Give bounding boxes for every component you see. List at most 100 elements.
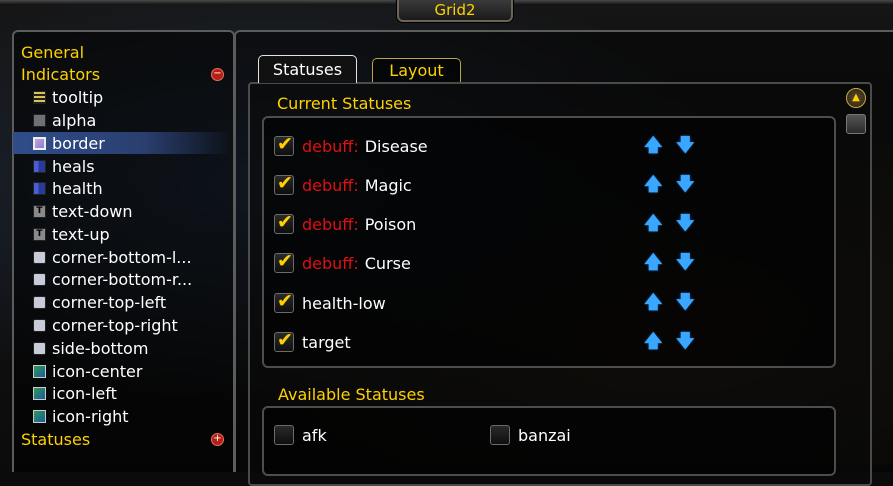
status-row-curse: ✔ debuff: Curse [274, 250, 411, 276]
move-down-icon[interactable]: 🡇 [676, 176, 695, 194]
tree-category-general[interactable]: General [13, 41, 232, 63]
border-icon [33, 136, 46, 150]
available-item-banzai: banzai [490, 422, 571, 448]
tree-item-label: icon-left [52, 383, 117, 403]
tree-item-corner-bottom-right[interactable]: corner-bottom-r... [13, 268, 232, 290]
move-up-icon[interactable]: 🡅 [644, 137, 663, 155]
tree-item-label: side-bottom [52, 338, 149, 358]
square-icon [33, 250, 46, 264]
tree-item-border[interactable]: border [13, 132, 232, 154]
tree-item-label: corner-bottom-r... [52, 269, 193, 289]
tree-item-label: text-up [52, 224, 110, 244]
text-icon: T [33, 204, 46, 218]
status-checkbox[interactable] [274, 425, 294, 445]
current-statuses-title: Current Statuses [277, 94, 412, 113]
title-plate: Grid2 [397, 0, 513, 22]
tree-item-heals[interactable]: heals [13, 155, 232, 177]
available-item-afk: afk [274, 422, 327, 448]
tree-item-label: alpha [52, 110, 97, 130]
tree-item-label: border [52, 133, 105, 153]
move-up-icon[interactable]: 🡅 [644, 294, 663, 312]
tree-item-label: health [52, 178, 103, 198]
tree-item-label: icon-center [52, 361, 143, 381]
image-icon [33, 409, 46, 423]
status-name: health-low [302, 293, 386, 313]
expand-icon[interactable]: + [211, 432, 224, 446]
status-row-poison: ✔ debuff: Poison [274, 211, 416, 237]
window-title: Grid2 [434, 1, 476, 19]
image-icon [33, 364, 46, 378]
tree-item-corner-bottom-left[interactable]: corner-bottom-l... [13, 246, 232, 268]
status-checkbox[interactable]: ✔ [274, 251, 294, 273]
square-icon [33, 295, 46, 309]
status-checkbox[interactable]: ✔ [274, 133, 294, 156]
checkmark-icon: ✔ [277, 329, 293, 351]
alpha-icon [33, 113, 46, 127]
square-icon [33, 318, 46, 332]
tree-item-label: icon-right [52, 406, 129, 426]
status-name: target [302, 332, 351, 352]
tab-statuses[interactable]: Statuses [258, 55, 357, 83]
tree-item-corner-top-right[interactable]: corner-top-right [13, 314, 232, 336]
tree-item-text-down[interactable]: T text-down [13, 200, 232, 222]
tree-item-alpha[interactable]: alpha [13, 109, 232, 131]
list-icon [33, 90, 46, 104]
status-name: banzai [518, 425, 571, 445]
tree-category-label: General [21, 42, 85, 62]
tree-item-icon-center[interactable]: icon-center [13, 360, 232, 382]
status-prefix: debuff: [302, 253, 359, 273]
text-icon: T [33, 227, 46, 241]
tree-item-label: tooltip [52, 87, 104, 107]
scroll-up-icon[interactable]: ▲ [846, 88, 866, 108]
tree-item-label: heals [52, 156, 95, 176]
tree-item-side-bottom[interactable]: side-bottom [13, 337, 232, 359]
tree-item-label: text-down [52, 201, 133, 221]
status-prefix: debuff: [302, 136, 359, 156]
checkmark-icon: ✔ [277, 211, 293, 233]
image-icon [33, 386, 46, 400]
tab-layout[interactable]: Layout [372, 58, 461, 82]
move-up-icon[interactable]: 🡅 [644, 254, 663, 272]
square-icon [33, 341, 46, 355]
tree-item-health[interactable]: health [13, 177, 232, 199]
scrollbar-thumb[interactable] [846, 114, 866, 134]
status-name: Poison [364, 214, 417, 234]
status-row-disease: ✔ debuff: Disease [274, 133, 428, 159]
tree-item-tooltip[interactable]: tooltip [13, 86, 232, 108]
move-up-icon[interactable]: 🡅 [644, 176, 663, 194]
move-down-icon[interactable]: 🡇 [676, 215, 695, 233]
status-checkbox[interactable]: ✔ [274, 329, 294, 352]
tree-item-label: corner-top-right [52, 315, 178, 335]
status-name: Disease [364, 136, 428, 156]
tree-item-text-up[interactable]: T text-up [13, 223, 232, 245]
status-row-magic: ✔ debuff: Magic [274, 172, 412, 198]
status-checkbox[interactable] [490, 425, 510, 445]
status-checkbox[interactable]: ✔ [274, 291, 294, 313]
tab-label: Layout [389, 61, 444, 80]
tree-item-corner-top-left[interactable]: corner-top-left [13, 291, 232, 313]
status-name: afk [302, 425, 327, 445]
move-up-icon[interactable]: 🡅 [644, 215, 663, 233]
tree-item-icon-right[interactable]: icon-right [13, 405, 232, 427]
status-checkbox[interactable]: ✔ [274, 211, 294, 234]
move-down-icon[interactable]: 🡇 [676, 333, 695, 351]
tree-category-indicators[interactable]: Indicators − [13, 63, 232, 85]
square-icon [33, 272, 46, 286]
move-up-icon[interactable]: 🡅 [644, 333, 663, 351]
tree-category-statuses[interactable]: Statuses + [13, 428, 232, 450]
tree-item-label: corner-bottom-l... [52, 247, 192, 267]
collapse-icon[interactable]: − [211, 67, 224, 81]
tree-item-label: corner-top-left [52, 292, 167, 312]
move-down-icon[interactable]: 🡇 [676, 137, 695, 155]
checkmark-icon: ✔ [277, 133, 293, 155]
move-down-icon[interactable]: 🡇 [676, 254, 695, 272]
tab-label: Statuses [272, 60, 343, 79]
status-row-health-low: ✔ health-low [274, 290, 386, 316]
move-down-icon[interactable]: 🡇 [676, 294, 695, 312]
status-checkbox[interactable]: ✔ [274, 172, 294, 195]
tree-item-icon-left[interactable]: icon-left [13, 382, 232, 404]
status-row-target: ✔ target [274, 329, 351, 355]
checkmark-icon: ✔ [277, 172, 293, 194]
bar-icon [33, 159, 46, 173]
status-name: Curse [364, 253, 411, 273]
